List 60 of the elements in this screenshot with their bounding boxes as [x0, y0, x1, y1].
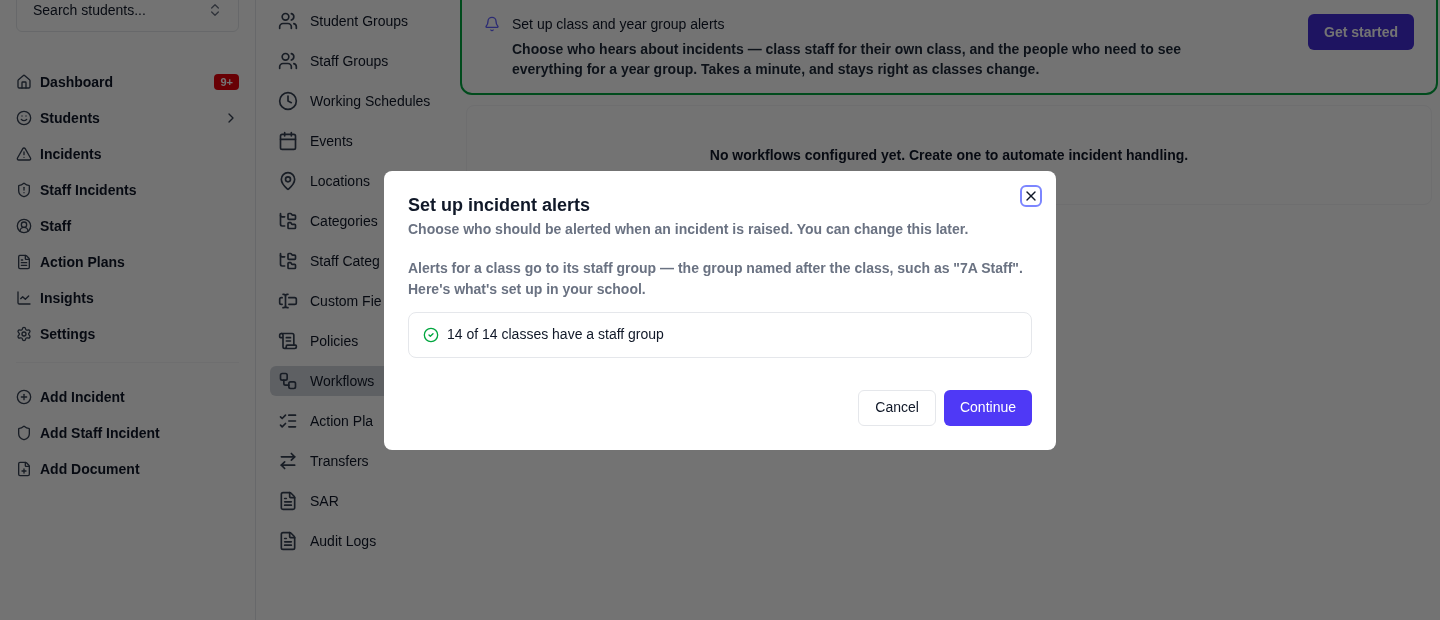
search-field[interactable]: Search students...	[16, 0, 239, 32]
scroll-icon	[278, 331, 298, 351]
status-text: 14 of 14 classes have a staff group	[447, 325, 664, 344]
settings-icon	[16, 326, 32, 342]
chart-icon	[16, 290, 32, 306]
notification-count: 9+	[214, 73, 239, 91]
settings-nav-item[interactable]: SAR	[270, 486, 446, 516]
arrows-icon	[278, 451, 298, 471]
calendar-icon	[278, 131, 298, 151]
text-input-icon	[278, 291, 298, 311]
sidebar-item[interactable]: Incidents	[16, 142, 239, 166]
empty-state-text: No workflows configured yet. Create one to automate incident handling.	[709, 145, 1189, 165]
users-icon	[278, 11, 298, 31]
smiley-icon	[16, 110, 32, 126]
user-icon	[16, 218, 32, 234]
banner-title: Set up class and year group alerts	[512, 15, 726, 34]
folder-tree-icon	[278, 251, 298, 271]
users-icon	[278, 51, 298, 71]
sidebar-action[interactable]: Add Incident	[16, 385, 239, 409]
warning-icon	[16, 146, 32, 162]
file-plus-icon	[16, 461, 32, 477]
clock-icon	[278, 91, 298, 111]
workflow-icon	[278, 371, 298, 391]
settings-nav-item[interactable]: Working Schedules	[270, 86, 446, 116]
dialog-description: Choose who should be alerted when an incident is raised. You can change this later.	[408, 219, 970, 239]
plus-circle-icon	[16, 389, 32, 405]
shield-icon	[16, 182, 32, 198]
home-icon	[16, 74, 32, 90]
settings-nav-item[interactable]: Student Groups	[270, 6, 446, 36]
sidebar-item[interactable]: Action Plans	[16, 250, 239, 274]
map-pin-icon	[278, 171, 298, 191]
settings-nav-item[interactable]: Events	[270, 126, 446, 156]
get-started-button[interactable]: Get started	[1308, 14, 1414, 50]
settings-nav-item[interactable]: Audit Logs	[270, 526, 446, 556]
sidebar-action[interactable]: Add Document	[16, 457, 239, 481]
sidebar-item[interactable]: Dashboard 9+	[16, 70, 239, 94]
dialog-title: Set up incident alerts	[408, 193, 592, 217]
bell-icon	[484, 16, 500, 32]
settings-nav-item[interactable]: Staff Groups	[270, 46, 446, 76]
sidebar-item[interactable]: Staff	[16, 214, 239, 238]
checklist-icon	[278, 411, 298, 431]
cancel-button[interactable]: Cancel	[858, 389, 936, 426]
settings-nav-item[interactable]: Policies	[270, 326, 446, 356]
sidebar-item[interactable]: Insights	[16, 286, 239, 310]
continue-button[interactable]: Continue	[943, 389, 1032, 426]
sidebar-item[interactable]: Students	[16, 106, 239, 130]
document-icon	[278, 531, 298, 551]
banner-text: Choose who hears about incidents — class staff for their own class, and the people who need to see everything for a year group. Takes a minute, and stays right as classes change.	[512, 40, 1183, 79]
sidebar-item[interactable]: Staff Incidents	[16, 178, 239, 202]
settings-nav-item[interactable]: Locations	[270, 166, 446, 196]
folder-tree-icon	[278, 211, 298, 231]
dialog-body: Alerts for a class go to its staff group — the group named after the class, such as "7A Staff". Here's what's set up in your school.	[408, 258, 1024, 299]
document-icon	[278, 491, 298, 511]
settings-nav-item[interactable]: Action Pla	[270, 406, 446, 436]
sidebar-item[interactable]: Settings	[16, 322, 239, 346]
close-button[interactable]	[1020, 184, 1042, 207]
shield-icon	[16, 425, 32, 441]
document-icon	[16, 254, 32, 270]
sidebar-action[interactable]: Add Staff Incident	[16, 421, 239, 445]
settings-nav-item[interactable]: Transfers	[270, 446, 446, 476]
